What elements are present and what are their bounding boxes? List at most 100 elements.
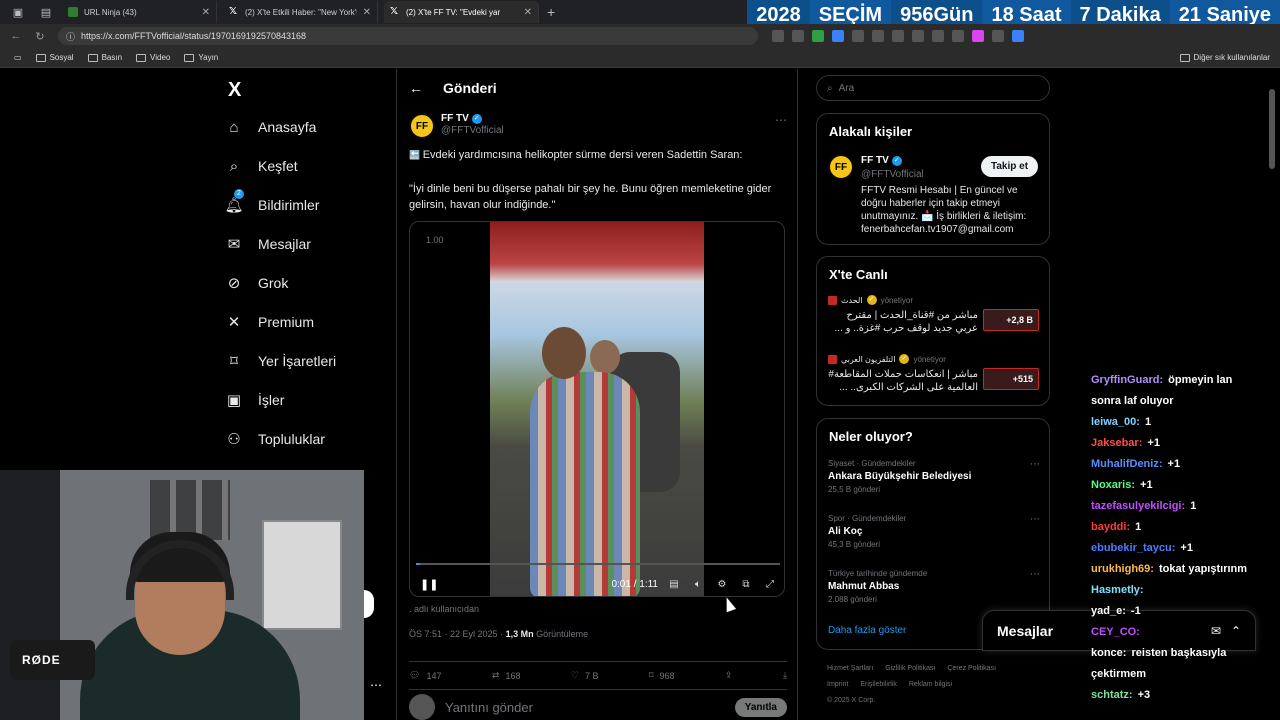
more-options-icon[interactable]: ⋯ — [1030, 514, 1040, 525]
reply-submit-button[interactable]: Yanıtla — [734, 697, 787, 717]
more-options-icon[interactable]: ⋯ — [1030, 569, 1040, 580]
author-name-row[interactable]: FF TV ✓ — [441, 113, 504, 124]
user-avatar[interactable] — [409, 694, 435, 720]
bookmark-apps-icon[interactable]: ▭ — [14, 53, 22, 62]
extension-icon[interactable] — [932, 30, 944, 42]
chat-username[interactable]: Noxaris: — [1091, 479, 1135, 491]
video-progress-bar[interactable] — [416, 563, 780, 565]
live-item[interactable]: الحدث ✓ yönetiyor مباشر من #قناة_الحدث | م… — [828, 295, 1040, 335]
share-button[interactable]: ⇪ — [725, 670, 733, 681]
search-input[interactable]: ⌕ Ara — [816, 75, 1050, 101]
close-icon[interactable]: ✕ — [524, 7, 532, 18]
browser-tab[interactable]: 𝕏 (2) X'te Etkili Haber: "New York'ta ✕ — [223, 1, 378, 23]
extension-icon[interactable] — [792, 30, 804, 42]
chat-username[interactable]: urukhigh69: — [1091, 563, 1154, 575]
post-timestamp[interactable]: ÖS 7:51 · 22 Eyl 2025 · — [409, 629, 506, 639]
extension-icon[interactable] — [832, 30, 844, 42]
chat-username[interactable]: GryffinGuard: — [1091, 374, 1163, 386]
chat-username[interactable]: MuhalifDeniz: — [1091, 458, 1163, 470]
download-button[interactable]: ⤓ — [783, 670, 787, 681]
volume-icon[interactable]: 🔈︎ — [690, 579, 706, 590]
extension-icon[interactable] — [812, 30, 824, 42]
more-options-icon[interactable]: ⋯ — [775, 113, 787, 127]
chat-username[interactable]: leiwa_00: — [1091, 416, 1140, 428]
pip-icon[interactable]: ⧉ — [738, 579, 754, 590]
new-tab-button[interactable]: + — [547, 4, 555, 20]
copilot-icon[interactable] — [1012, 30, 1024, 42]
scrollbar-thumb[interactable] — [1269, 89, 1275, 169]
live-listener-count[interactable]: +2,8 B — [983, 309, 1039, 331]
chat-username[interactable]: Hasmetly: — [1091, 584, 1144, 596]
follow-button[interactable]: Takip et — [981, 156, 1039, 177]
extension-icon[interactable] — [912, 30, 924, 42]
scrollbar[interactable] — [1268, 69, 1276, 720]
nav-item-jobs[interactable]: ▣ İşler — [224, 390, 285, 410]
nav-item-notifications[interactable]: 🔔︎ 2 Bildirimler — [224, 189, 319, 215]
footer-link[interactable]: Hizmet Şartları — [827, 665, 873, 672]
nav-item-premium[interactable]: ✕ Premium — [224, 312, 314, 332]
trend-item[interactable]: Spor · Gündemdekiler Ali Koç 45,3 B gönd… — [828, 514, 1040, 549]
back-arrow-icon[interactable]: ← — [409, 80, 423, 96]
workspaces-icon[interactable]: ▣ — [8, 2, 28, 22]
nav-item-messages[interactable]: ✉ Mesajlar — [224, 234, 311, 254]
related-avatar[interactable]: FF — [828, 154, 854, 180]
chat-username[interactable]: yad_e: — [1091, 605, 1126, 617]
refresh-icon[interactable]: ↻ — [32, 30, 48, 43]
x-logo-icon[interactable]: X — [228, 79, 241, 102]
footer-link[interactable]: Imprint — [827, 681, 848, 688]
show-more-link[interactable]: Daha fazla göster — [828, 625, 906, 636]
nav-item-home[interactable]: ⌂ Anasayfa — [224, 117, 316, 137]
author-handle[interactable]: @FFTVofficial — [441, 125, 504, 136]
browser-tab-active[interactable]: 𝕏 (2) X'te FF TV: "Evdeki yar ✕ — [384, 1, 539, 23]
author-avatar[interactable]: FF — [409, 113, 435, 139]
nav-item-communities[interactable]: ⚇ Topluluklar — [224, 429, 325, 449]
footer-link[interactable]: Reklam bilgisi — [909, 681, 952, 688]
bookmark-folder[interactable]: Yayın — [184, 53, 218, 62]
trend-item[interactable]: Türkiye tarihinde gündemde Mahmut Abbas … — [828, 569, 1040, 604]
reply-input[interactable]: Yanıtını gönder — [445, 700, 533, 715]
browser-tab[interactable]: URL Ninja (43) ✕ — [62, 1, 217, 23]
fullscreen-icon[interactable]: ⤢ — [762, 579, 778, 590]
video-player[interactable]: 1.00 ❚❚ 0:01 / 1:11 ▤ 🔈︎ ⚙ ⧉ ⤢ — [409, 221, 785, 597]
extension-icon[interactable] — [852, 30, 864, 42]
chevron-up-icon[interactable]: ⌃ — [1231, 624, 1241, 638]
extension-icon[interactable] — [892, 30, 904, 42]
footer-link[interactable]: Çerez Politikası — [947, 665, 996, 672]
footer-link[interactable]: Gizlilik Politikası — [885, 665, 935, 672]
chat-username[interactable]: konce: — [1091, 647, 1126, 659]
tab-actions-icon[interactable]: ▤ — [36, 2, 56, 22]
menu-dots-icon[interactable] — [992, 30, 1004, 42]
chat-username[interactable]: schtatz: — [1091, 689, 1133, 701]
other-bookmarks[interactable]: Diğer sık kullanılanlar — [1179, 53, 1270, 62]
close-icon[interactable]: ✕ — [202, 7, 210, 18]
settings-gear-icon[interactable]: ⚙ — [714, 579, 730, 590]
repost-button[interactable]: ⇄ 168 — [492, 670, 521, 681]
nav-item-grok[interactable]: ⊘ Grok — [224, 273, 289, 293]
close-icon[interactable]: ✕ — [363, 7, 371, 18]
chat-username[interactable]: ebubekir_taycu: — [1091, 542, 1175, 554]
reply-button[interactable]: 💬︎ 147 — [409, 670, 441, 681]
trend-item[interactable]: Siyaset · Gündemdekiler Ankara Büyükşehi… — [828, 459, 1040, 494]
bookmark-folder[interactable]: Video — [136, 53, 170, 62]
nav-item-explore[interactable]: ⌕ Keşfet — [224, 156, 298, 176]
live-item[interactable]: التلفزيون العربي ✓ yönetiyor مباشر | انعكا… — [828, 354, 1040, 394]
new-message-icon[interactable]: ✉ — [1211, 624, 1221, 638]
related-handle[interactable]: @FFTVofficial — [861, 169, 924, 180]
back-arrow-icon[interactable]: ← — [8, 30, 24, 42]
extension-icon[interactable] — [952, 30, 964, 42]
bookmark-button[interactable]: ⌑ 968 — [649, 670, 675, 681]
bookmark-folder[interactable]: Sosyal — [35, 53, 74, 62]
chat-username[interactable]: Jaksebar: — [1091, 437, 1142, 449]
more-options-icon[interactable]: ⋯ — [370, 678, 382, 692]
footer-link[interactable]: Erişilebilirlik — [860, 681, 897, 688]
live-listener-count[interactable]: +515 — [983, 368, 1039, 390]
related-name-row[interactable]: FF TV ✓ — [861, 155, 902, 166]
info-icon[interactable]: ⓘ — [66, 30, 75, 43]
profile-avatar-icon[interactable] — [972, 30, 984, 42]
chat-username[interactable]: bayddi: — [1091, 521, 1130, 533]
captions-icon[interactable]: ▤ — [666, 579, 682, 590]
pause-icon[interactable]: ❚❚ — [420, 578, 438, 591]
like-button[interactable]: ♡ 7 B — [571, 670, 599, 681]
bookmark-folder[interactable]: Basın — [87, 53, 122, 62]
chat-username[interactable]: CEY_CO: — [1091, 626, 1140, 638]
